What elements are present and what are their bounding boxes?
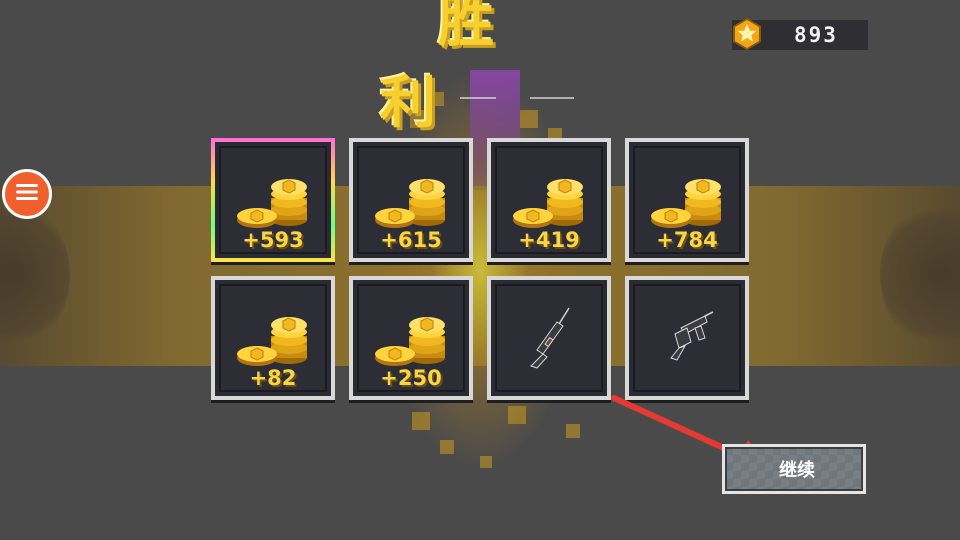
reward-card[interactable]: +615 <box>349 138 473 262</box>
coin-balance: 893 <box>794 23 838 47</box>
reward-amount: +419 <box>518 228 580 252</box>
reward-amount: +82 <box>249 366 297 390</box>
background-pixel <box>508 406 526 424</box>
title-underline <box>460 97 496 99</box>
gold-coin-stack-icon <box>373 314 449 370</box>
reward-card[interactable] <box>625 276 749 400</box>
rifle-outline-icon <box>513 302 585 374</box>
background-pixel <box>440 440 454 454</box>
victory-title: 胜 利 <box>380 0 552 136</box>
gold-coin-stack-icon <box>373 176 449 232</box>
gold-coin-stack-icon <box>511 176 587 232</box>
reward-amount: +615 <box>380 228 442 252</box>
reward-amount: +593 <box>242 228 304 252</box>
title-underline <box>530 97 574 99</box>
hamburger-menu-icon <box>16 183 38 205</box>
reward-card[interactable]: +593 <box>211 138 335 262</box>
reward-card[interactable]: +250 <box>349 276 473 400</box>
coin-counter: 893 <box>730 17 868 51</box>
gold-coin-stack-icon <box>235 314 311 370</box>
reward-card[interactable]: +419 <box>487 138 611 262</box>
background-pixel <box>566 424 580 438</box>
gold-coin-stack-icon <box>235 176 311 232</box>
reward-card[interactable] <box>487 276 611 400</box>
reward-card[interactable]: +82 <box>211 276 335 400</box>
background-pixel <box>412 412 430 430</box>
star-coin-icon <box>730 17 764 51</box>
reward-amount: +784 <box>656 228 718 252</box>
reward-grid: +593 +615 +419 +784 +82 +250 <box>211 138 751 402</box>
game-screen: 胜 利 893 <box>0 0 960 540</box>
menu-button[interactable] <box>2 169 52 219</box>
reward-amount: +250 <box>380 366 442 390</box>
smg-outline-icon <box>651 302 723 374</box>
gold-coin-stack-icon <box>649 176 725 232</box>
background-pixel <box>480 456 492 468</box>
reward-card[interactable]: +784 <box>625 138 749 262</box>
continue-button[interactable]: 继续 <box>722 444 866 494</box>
continue-button-label: 继续 <box>779 460 815 481</box>
